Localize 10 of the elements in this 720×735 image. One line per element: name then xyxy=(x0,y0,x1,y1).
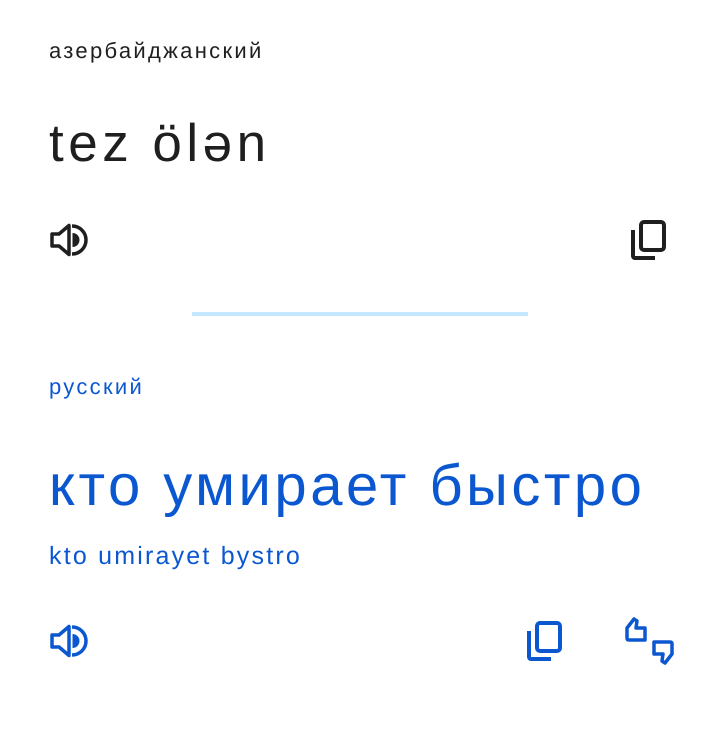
transliteration-text: kto umirayet bystro xyxy=(49,541,302,572)
speaker-icon[interactable] xyxy=(50,222,88,258)
target-language-label: русский xyxy=(49,373,144,401)
thumbs-up-down-icon[interactable] xyxy=(625,616,674,666)
copy-icon[interactable] xyxy=(527,621,562,661)
copy-icon[interactable] xyxy=(631,220,666,260)
source-language-label: азербайджанский xyxy=(49,37,264,65)
source-text: tez ölən xyxy=(49,113,271,175)
translation-text: кто умирает быстро xyxy=(49,454,646,518)
speaker-icon[interactable] xyxy=(50,623,88,659)
